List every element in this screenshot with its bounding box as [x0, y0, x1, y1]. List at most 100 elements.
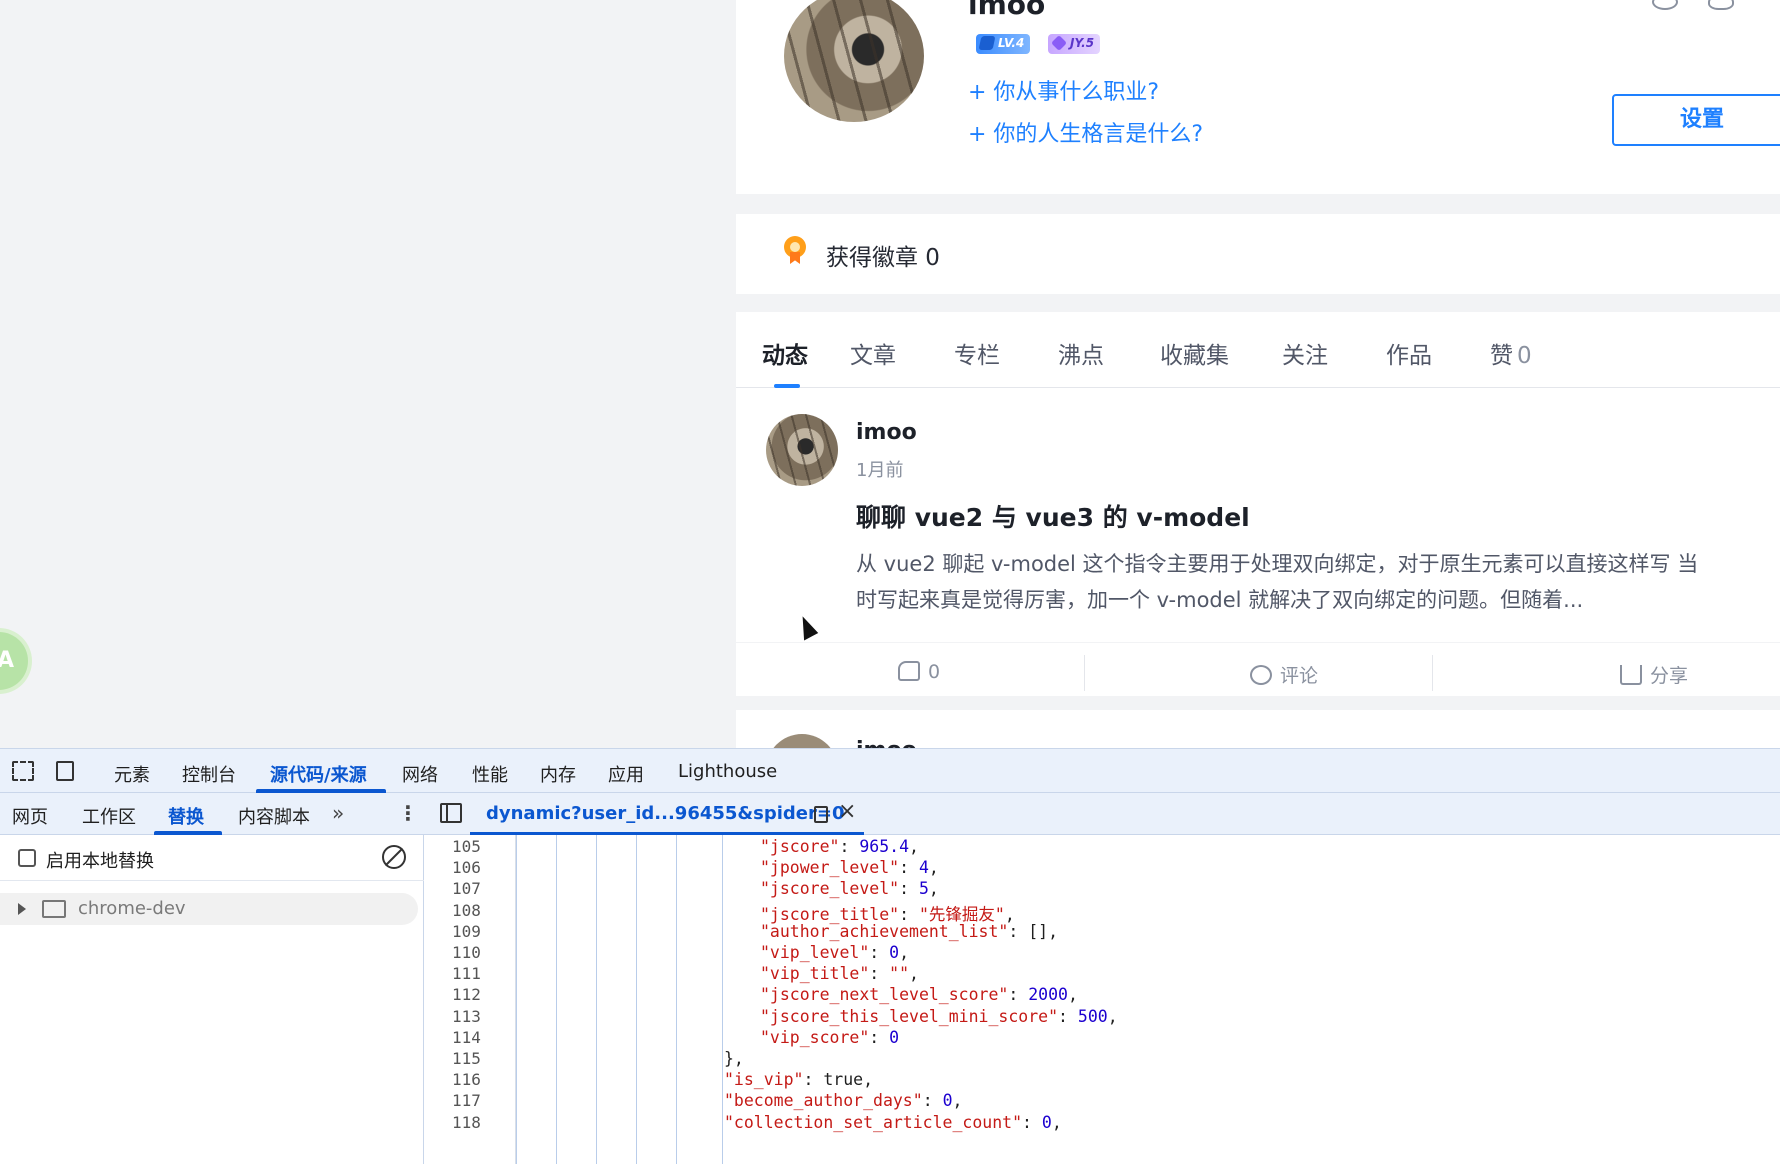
line-number[interactable]: 116 [452, 1070, 481, 1089]
like-button[interactable]: 0 [898, 661, 940, 683]
settings-button[interactable]: 设置 [1612, 94, 1780, 146]
json-key: "jscore_this_level_mini_score" [760, 1006, 1059, 1026]
profile-tabs: 动态 文章 专栏 沸点 收藏集 关注 作品 赞0 [736, 312, 1780, 388]
subtab-page[interactable]: 网页 [12, 803, 48, 829]
json-value: 0 [889, 1027, 900, 1047]
post-author-avatar[interactable] [766, 414, 838, 486]
diamond-icon [1051, 35, 1067, 51]
clear-overrides-icon[interactable] [382, 845, 406, 869]
devtools-tab-memory[interactable]: 内存 [540, 761, 576, 787]
share-icon [1620, 665, 1642, 685]
folder-tree-item[interactable]: chrome-dev [0, 893, 418, 925]
toggle-navigator-icon[interactable] [440, 803, 462, 823]
sources-navigator: 网页 工作区 替换 内容脚本 » ⋮ 启用本地替换 chrome-dev [0, 793, 424, 1164]
devtools-tab-lighthouse[interactable]: Lighthouse [678, 761, 777, 782]
indent-guide [596, 835, 597, 1164]
more-options-icon[interactable]: ⋮ [398, 801, 418, 825]
line-number[interactable]: 107 [452, 879, 481, 898]
close-icon[interactable]: × [838, 799, 856, 824]
enable-overrides-label[interactable]: 启用本地替换 [46, 847, 154, 873]
line-number[interactable]: 117 [452, 1091, 481, 1110]
profile-card: imoo LV.4 JY.5 + 你从事什么职业? + 你的人生格言是什么? 设… [736, 0, 1780, 194]
devtools-tab-console[interactable]: 控制台 [182, 761, 236, 787]
line-number[interactable]: 106 [452, 858, 481, 877]
github-icon[interactable] [1708, 0, 1734, 10]
badge-card[interactable]: 获得徽章 0 [736, 214, 1780, 294]
badge-count-text: 获得徽章 0 [826, 245, 940, 271]
jy-badge[interactable]: JY.5 [1048, 34, 1101, 54]
devtools-tab-network[interactable]: 网络 [402, 761, 438, 787]
code-line[interactable]: "vip_score": 0 [760, 1028, 899, 1047]
post-title[interactable]: 聊聊 vue2 与 vue3 的 v-model [856, 498, 1250, 534]
code-line[interactable]: "jscore_level": 5, [760, 879, 939, 898]
json-value: 0 [889, 943, 900, 962]
code-line[interactable]: "vip_title": "", [760, 964, 919, 983]
level-badge-text: LV.4 [998, 36, 1025, 50]
share-button[interactable]: 分享 [1620, 661, 1688, 688]
tab-likes[interactable]: 赞0 [1490, 336, 1532, 370]
line-number[interactable]: 115 [452, 1049, 481, 1068]
devtools-tab-performance[interactable]: 性能 [472, 761, 508, 787]
next-post-author[interactable]: imoo [856, 738, 917, 748]
tab-articles[interactable]: 文章 [850, 336, 896, 370]
level-badge[interactable]: LV.4 [976, 34, 1031, 54]
line-number[interactable]: 113 [452, 1007, 481, 1026]
line-number-gutter: 105 106 107 108 109 110 111 112 113 114 115 116 117 1… [424, 835, 516, 1164]
tab-following[interactable]: 关注 [1282, 336, 1328, 370]
indent-guide [722, 835, 723, 1164]
line-number[interactable]: 114 [452, 1028, 481, 1047]
tab-activity[interactable]: 动态 [762, 336, 808, 370]
tab-works[interactable]: 作品 [1386, 336, 1432, 370]
post-abstract-line-2[interactable]: 时写起来真是觉得厉害，加一个 v-model 就解决了双向绑定的问题。但随着..… [856, 584, 1583, 614]
folder-name: chrome-dev [78, 898, 186, 919]
code-line[interactable]: "jscore_this_level_mini_score": 500, [760, 1007, 1118, 1026]
code-line[interactable]: "become_author_days": 0, [724, 1091, 962, 1110]
eye-icon[interactable] [1652, 0, 1678, 10]
code-line[interactable]: "author_achievement_list": [], [760, 922, 1058, 941]
subtab-content-scripts[interactable]: 内容脚本 [238, 803, 310, 829]
subtab-overrides[interactable]: 替换 [168, 803, 204, 829]
subtab-workspace[interactable]: 工作区 [82, 803, 136, 829]
code-line[interactable]: "jscore_next_level_score": 2000, [760, 985, 1078, 1004]
json-key: "vip_title" [760, 964, 870, 984]
indent-guide [636, 835, 637, 1164]
code-line[interactable]: "jpower_level": 4, [760, 858, 939, 877]
enable-overrides-checkbox[interactable] [18, 849, 36, 867]
tab-pins[interactable]: 沸点 [1058, 336, 1104, 370]
devtools-tab-application[interactable]: 应用 [608, 761, 644, 787]
jy-badge-text: JY.5 [1070, 36, 1095, 50]
code-line[interactable]: "collection_set_article_count": 0, [724, 1113, 1062, 1132]
tab-collections[interactable]: 收藏集 [1160, 336, 1229, 370]
devtools-tab-sources[interactable]: 源代码/来源 [270, 761, 367, 787]
code-line[interactable]: }, [724, 1049, 744, 1068]
inspect-element-icon[interactable] [12, 761, 34, 781]
add-occupation-link[interactable]: + 你从事什么职业? [968, 74, 1159, 106]
file-tab[interactable]: dynamic?user_id...96455&spider=0 × [470, 793, 864, 835]
code-line[interactable]: "jscore": 965.4, [760, 837, 919, 856]
avatar[interactable] [784, 0, 924, 122]
code-line[interactable]: "vip_level": 0, [760, 943, 909, 962]
post-author-name[interactable]: imoo [856, 420, 917, 445]
like-count: 0 [928, 661, 941, 683]
devtools-tab-elements[interactable]: 元素 [114, 761, 150, 787]
level-icon [978, 36, 996, 50]
line-number[interactable]: 118 [452, 1113, 481, 1132]
line-number[interactable]: 105 [452, 837, 481, 856]
floating-assistant-bubble[interactable]: A [0, 632, 28, 690]
expand-caret-icon[interactable] [18, 903, 26, 915]
code-line[interactable]: "is_vip": true, [724, 1070, 873, 1089]
tab-columns[interactable]: 专栏 [954, 336, 1000, 370]
line-number[interactable]: 112 [452, 985, 481, 1004]
json-value: "先锋掘友" [918, 904, 1005, 924]
line-number[interactable]: 109 [452, 922, 481, 941]
line-number[interactable]: 110 [452, 943, 481, 962]
more-tabs-icon[interactable]: » [332, 801, 344, 825]
device-toolbar-icon[interactable] [56, 761, 74, 781]
comment-button[interactable]: 评论 [1250, 661, 1318, 688]
post-abstract-line-1[interactable]: 从 vue2 聊起 v-model 这个指令主要用于处理双向绑定，对于原生元素可… [856, 548, 1698, 578]
add-motto-link[interactable]: + 你的人生格言是什么? [968, 116, 1203, 148]
json-value: 5 [918, 879, 929, 899]
line-number[interactable]: 108 [452, 901, 481, 920]
line-number[interactable]: 111 [452, 964, 481, 983]
next-post-avatar[interactable] [766, 734, 838, 748]
